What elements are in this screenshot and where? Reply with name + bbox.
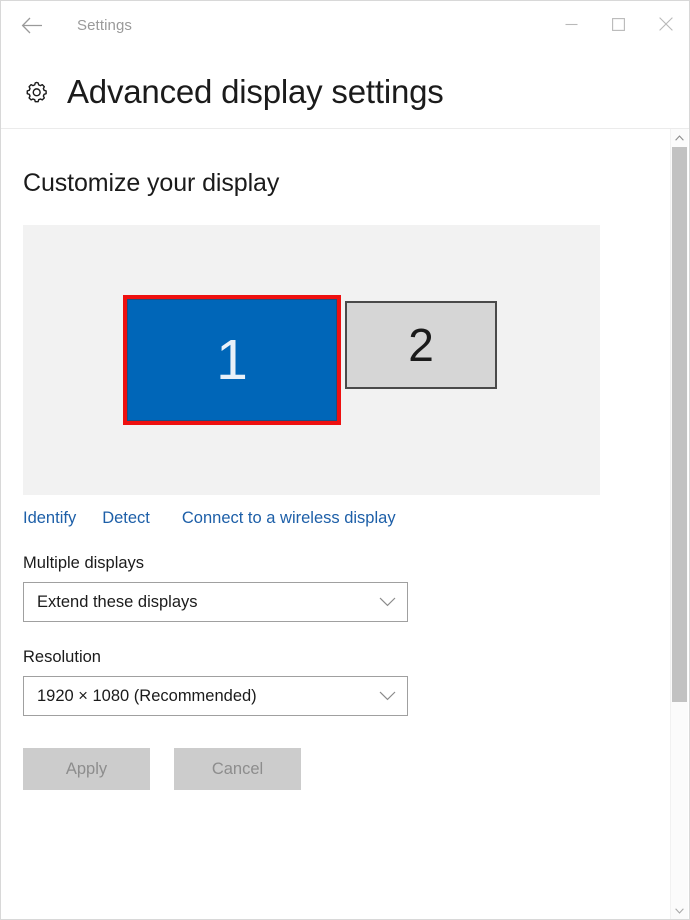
gear-icon-glyph bbox=[26, 81, 47, 102]
chevron-up-glyph bbox=[675, 134, 684, 141]
action-buttons: Apply Cancel bbox=[23, 748, 658, 790]
cancel-button[interactable]: Cancel bbox=[174, 748, 301, 790]
settings-window: Settings Advanced display settings Custo… bbox=[0, 0, 690, 920]
apply-button[interactable]: Apply bbox=[23, 748, 150, 790]
scroll-up-arrow-icon[interactable] bbox=[671, 129, 688, 146]
scrollbar-thumb[interactable] bbox=[672, 147, 687, 702]
window-controls bbox=[548, 1, 689, 47]
resolution-value: 1920 × 1080 (Recommended) bbox=[37, 686, 257, 705]
maximize-icon bbox=[612, 17, 625, 31]
connect-wireless-display-link[interactable]: Connect to a wireless display bbox=[182, 509, 396, 528]
vertical-scrollbar[interactable] bbox=[670, 129, 688, 919]
back-arrow-icon bbox=[21, 17, 42, 33]
resolution-field: Resolution 1920 × 1080 (Recommended) bbox=[23, 648, 658, 716]
resolution-dropdown[interactable]: 1920 × 1080 (Recommended) bbox=[23, 676, 408, 716]
title-bar: Settings bbox=[1, 1, 689, 49]
gear-icon bbox=[23, 79, 57, 106]
close-icon bbox=[658, 17, 673, 31]
multiple-displays-dropdown[interactable]: Extend these displays bbox=[23, 582, 408, 622]
back-button[interactable] bbox=[9, 3, 55, 47]
minimize-button[interactable] bbox=[548, 1, 595, 47]
multiple-displays-field: Multiple displays Extend these displays bbox=[23, 554, 658, 622]
multiple-displays-value: Extend these displays bbox=[37, 592, 198, 611]
display-action-links: Identify Detect Connect to a wireless di… bbox=[23, 509, 658, 528]
chevron-down-glyph bbox=[379, 691, 396, 701]
resolution-label: Resolution bbox=[23, 648, 101, 666]
scroll-down-arrow-icon[interactable] bbox=[671, 902, 688, 919]
display-monitor-2-number: 2 bbox=[408, 319, 434, 371]
multiple-displays-label: Multiple displays bbox=[23, 554, 145, 572]
maximize-button[interactable] bbox=[595, 1, 642, 47]
app-title: Settings bbox=[77, 16, 132, 34]
section-title: Customize your display bbox=[23, 169, 280, 197]
minimize-icon bbox=[565, 23, 578, 25]
page-header: Advanced display settings bbox=[1, 49, 689, 115]
chevron-down-icon bbox=[379, 677, 396, 715]
identify-link[interactable]: Identify bbox=[23, 509, 76, 528]
display-monitor-1-number: 1 bbox=[216, 327, 248, 392]
detect-link[interactable]: Detect bbox=[102, 509, 150, 528]
chevron-down-glyph bbox=[675, 907, 684, 914]
settings-content: Customize your display 1 2 Identify Dete… bbox=[1, 129, 658, 919]
display-arrangement-preview: 1 2 bbox=[23, 225, 600, 495]
chevron-down-glyph bbox=[379, 597, 396, 607]
chevron-down-icon bbox=[379, 583, 396, 621]
page-title: Advanced display settings bbox=[67, 73, 444, 110]
display-monitor-2[interactable]: 2 bbox=[345, 301, 497, 389]
close-button[interactable] bbox=[642, 1, 689, 47]
display-monitor-1[interactable]: 1 bbox=[123, 295, 341, 425]
